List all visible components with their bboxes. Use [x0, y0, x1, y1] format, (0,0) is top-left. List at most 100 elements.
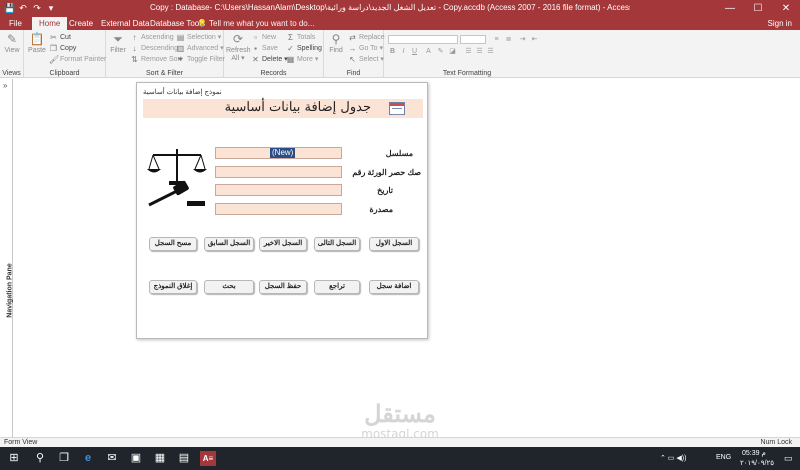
- funnel-icon: ⏷: [113, 32, 123, 46]
- filter-button[interactable]: ⏷ Filter: [108, 32, 128, 54]
- date-label: تاريخ: [377, 186, 393, 195]
- view-icon: ✎: [6, 32, 18, 46]
- delete-record-form-button[interactable]: مسح السجل: [149, 237, 197, 251]
- font-size-box[interactable]: [460, 35, 486, 44]
- status-bar: Form View Num Lock: [0, 437, 800, 447]
- replace-button[interactable]: ⇄ Replace: [348, 32, 385, 43]
- date-field[interactable]: [215, 184, 342, 196]
- find-button[interactable]: ⚲ Find: [326, 32, 346, 54]
- undo-icon[interactable]: ↶: [18, 3, 28, 13]
- remove-sort-button[interactable]: ⇅ Remove Sort: [130, 54, 182, 65]
- refresh-all-button[interactable]: ⟳ Refresh All ▾: [226, 32, 251, 62]
- navigation-pane[interactable]: » Navigation Pane: [0, 79, 14, 437]
- search-form-button[interactable]: بحث: [204, 280, 254, 294]
- magnifier-icon: ⚲: [331, 32, 341, 46]
- previous-record-button[interactable]: السجل السابق: [204, 237, 254, 251]
- justice-scale-icon: [147, 149, 207, 207]
- ascending-button[interactable]: ↑ Ascending: [130, 32, 174, 43]
- paste-button[interactable]: 📋 Paste: [26, 32, 48, 54]
- restore-button[interactable]: ☐: [744, 0, 772, 17]
- sign-in-link[interactable]: Sign in: [768, 17, 792, 30]
- customize-qat-icon[interactable]: ▾: [46, 3, 56, 13]
- close-button[interactable]: ✕: [772, 0, 800, 17]
- edge-icon[interactable]: e: [80, 450, 96, 466]
- mail-icon[interactable]: ✉: [104, 450, 120, 466]
- save-record-form-button[interactable]: حفظ السجل: [259, 280, 307, 294]
- toggle-filter-button[interactable]: ⏷ Toggle Filter: [176, 54, 225, 65]
- spelling-button[interactable]: ✓ Spelling: [286, 43, 322, 54]
- indent-icon[interactable]: ⇥: [518, 35, 527, 44]
- task-view-icon[interactable]: ❐: [56, 450, 72, 466]
- deed-number-field[interactable]: [215, 166, 342, 178]
- list-numbers-icon[interactable]: ≣: [504, 35, 513, 44]
- close-form-button[interactable]: إغلاق النموذج: [149, 280, 197, 294]
- clock-date[interactable]: ٢٠١٩/٠٩/٢٥: [740, 459, 774, 467]
- tab-file[interactable]: File: [2, 17, 29, 30]
- copy-button[interactable]: ❐ Copy: [49, 43, 76, 54]
- fill-color-icon[interactable]: ◪: [448, 47, 457, 56]
- more-icon: ▦: [286, 55, 295, 64]
- group-views: ✎ View Views: [0, 30, 24, 78]
- selection-button[interactable]: ▤ Selection ▾: [176, 32, 222, 43]
- select-button[interactable]: ↖ Select ▾: [348, 54, 384, 65]
- align-center-icon[interactable]: ☰: [475, 47, 484, 56]
- cursor-icon: ↖: [349, 55, 356, 64]
- group-clipboard: 📋 Paste ✂ Cut ❐ Copy 🖌Format Painter Clipb…: [24, 30, 106, 78]
- redo-icon[interactable]: ↷: [32, 3, 42, 13]
- highlight-icon[interactable]: ✎: [436, 47, 445, 56]
- new-record-button[interactable]: ▫ New: [251, 32, 276, 43]
- align-right-icon[interactable]: ☰: [486, 47, 495, 56]
- window-title: Copy : Database- C:\Users\HassanAlam\Des…: [150, 3, 630, 12]
- next-record-button[interactable]: السجل التالى: [314, 237, 360, 251]
- underline-icon[interactable]: U: [410, 47, 419, 56]
- start-icon[interactable]: ⊞: [6, 450, 22, 466]
- italic-icon[interactable]: I: [399, 47, 408, 56]
- brush-icon: 🖌: [49, 55, 60, 64]
- save-icon[interactable]: 💾: [4, 3, 15, 13]
- explorer-icon[interactable]: ▤: [176, 450, 192, 466]
- issuer-label: مصدرة: [369, 205, 393, 214]
- last-record-button[interactable]: السجل الاخير: [259, 237, 307, 251]
- tray-icons[interactable]: ⌃ ▭ ◀)): [660, 454, 686, 462]
- more-button[interactable]: ▦ More ▾: [286, 54, 319, 65]
- num-lock-status: Num Lock: [760, 439, 792, 446]
- remove-sort-icon: ⇅: [131, 55, 138, 64]
- refresh-icon: ⟳: [232, 32, 244, 46]
- goto-button[interactable]: → Go To ▾: [348, 43, 384, 54]
- align-left-icon[interactable]: ☰: [464, 47, 473, 56]
- photos-icon[interactable]: ▣: [128, 450, 144, 466]
- totals-button[interactable]: Σ Totals: [286, 32, 315, 43]
- bold-icon[interactable]: B: [388, 47, 397, 56]
- advanced-button[interactable]: ▥ Advanced ▾: [176, 43, 224, 54]
- advanced-filter-icon: ▥: [176, 44, 185, 53]
- spelling-icon: ✓: [287, 44, 294, 53]
- group-text-formatting: ≡ ≣ ⇥ ⇤ B I U A ✎ ◪ ☰ ☰ ☰ Text Formattin…: [388, 35, 539, 77]
- minimize-button[interactable]: —: [716, 0, 744, 17]
- form-icon: [389, 102, 405, 115]
- expand-nav-icon[interactable]: »: [3, 81, 7, 90]
- font-name-box[interactable]: [388, 35, 458, 44]
- form-header: جدول إضافة بيانات أساسية: [143, 99, 423, 118]
- add-record-button[interactable]: اضافة سجل: [369, 280, 419, 294]
- view-button[interactable]: ✎ View: [2, 32, 22, 54]
- search-icon[interactable]: ⚲: [32, 450, 48, 466]
- calculator-icon[interactable]: ▦: [152, 450, 168, 466]
- issuer-field[interactable]: [215, 203, 342, 215]
- language-indicator[interactable]: ENG: [716, 454, 731, 461]
- delete-record-button[interactable]: ✕ Delete ▾: [251, 54, 288, 65]
- first-record-button[interactable]: السجل الاول: [369, 237, 419, 251]
- format-painter-button[interactable]: 🖌Format Painter: [49, 54, 106, 65]
- list-bullets-icon[interactable]: ≡: [492, 35, 501, 44]
- font-color-icon[interactable]: A: [424, 47, 433, 56]
- outdent-icon[interactable]: ⇤: [530, 35, 539, 44]
- clock-time[interactable]: 05:39 م: [742, 449, 766, 457]
- access-app-icon[interactable]: A≡: [200, 451, 216, 466]
- notifications-icon[interactable]: ▭: [784, 453, 793, 464]
- serial-field[interactable]: (New): [215, 147, 342, 159]
- tell-me-box[interactable]: 💡 Tell me what you want to do...: [197, 17, 314, 30]
- descending-button[interactable]: ↓ Descending: [130, 43, 178, 54]
- delete-icon: ✕: [252, 55, 259, 64]
- undo-form-button[interactable]: تراجع: [314, 280, 360, 294]
- save-record-button[interactable]: ▪ Save: [251, 43, 278, 54]
- cut-button[interactable]: ✂ Cut: [49, 32, 71, 43]
